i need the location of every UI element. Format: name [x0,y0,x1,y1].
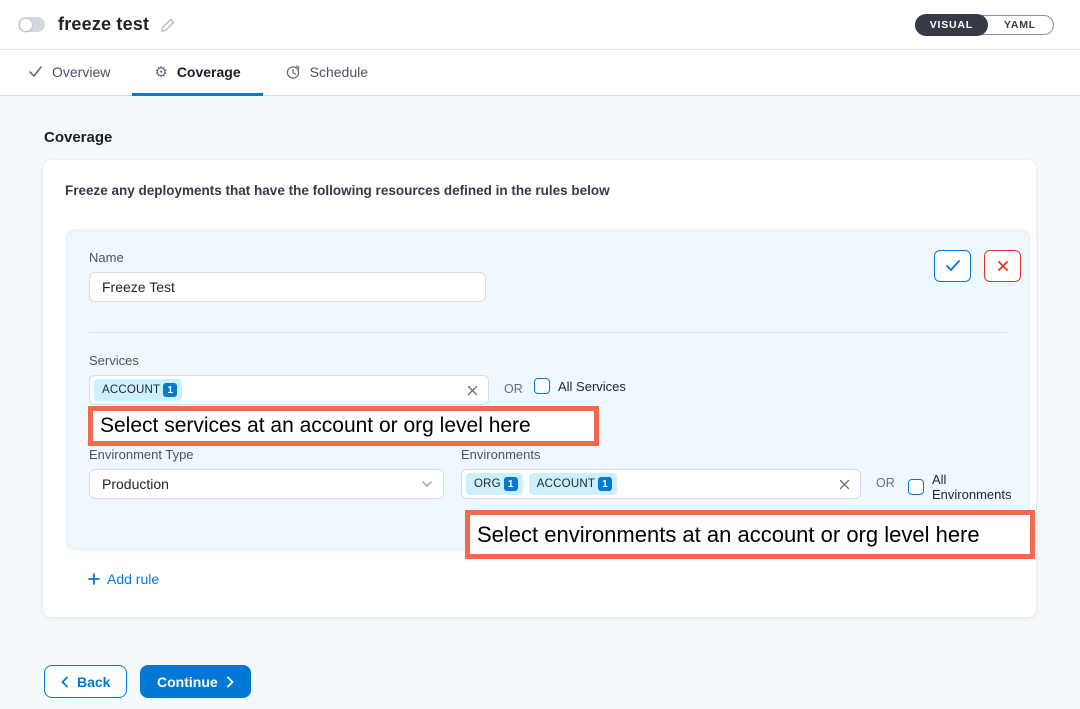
chevron-right-icon [226,676,234,688]
all-environments-checkbox-row[interactable]: All Environments [908,472,1029,502]
environments-label: Environments [461,447,540,462]
tab-overview-label: Overview [52,64,110,80]
chevron-left-icon [61,676,69,688]
all-services-checkbox-row[interactable]: All Services [534,378,626,394]
add-rule-button[interactable]: Add rule [88,571,159,587]
environments-or-label: OR [876,476,895,490]
tag-text: ORG [474,478,501,490]
services-multiselect[interactable]: ACCOUNT 1 [89,375,489,405]
freeze-enabled-toggle[interactable] [18,17,45,32]
tab-coverage[interactable]: ⚙ Coverage [132,50,262,96]
toggle-knob [20,19,32,31]
services-or-label: OR [504,382,523,396]
back-button-label: Back [77,674,110,690]
tag-count-badge: 1 [598,477,612,491]
all-services-label: All Services [558,379,626,394]
all-services-checkbox[interactable] [534,378,550,394]
coverage-card: Freeze any deployments that have the fol… [43,160,1036,617]
services-tag-account[interactable]: ACCOUNT 1 [94,379,182,401]
tag-count-badge: 1 [163,383,177,397]
rule-panel: Name Services ACCOUNT 1 [66,230,1030,550]
plus-icon [88,573,100,585]
tab-overview[interactable]: Overview [6,50,132,96]
clock-refresh-icon [285,64,301,80]
freeze-wizard-screen: freeze test VISUAL YAML Overview ⚙ Cover… [0,0,1080,709]
environments-multiselect[interactable]: ORG 1 ACCOUNT 1 [461,469,861,499]
panel-divider [89,332,1007,333]
cancel-rule-button[interactable] [984,250,1021,282]
tab-schedule-label: Schedule [310,64,368,80]
services-label: Services [89,353,139,368]
services-clear-icon[interactable] [467,385,478,396]
all-environments-label: All Environments [932,472,1029,502]
tab-coverage-label: Coverage [177,64,241,80]
environment-type-value: Production [102,476,169,492]
visual-yaml-toggle: VISUAL YAML [915,15,1054,35]
tag-text: ACCOUNT [102,384,160,396]
edit-title-button[interactable] [160,17,176,33]
environment-type-select[interactable]: Production [89,469,444,499]
services-annotation-callout: Select services at an account or org lev… [88,406,599,446]
all-environments-checkbox[interactable] [908,479,924,495]
section-heading: Coverage [44,129,112,146]
freeze-description: Freeze any deployments that have the fol… [65,183,610,198]
wizard-tabbar: Overview ⚙ Coverage Schedule [0,50,1080,96]
pencil-icon [160,17,176,33]
cancel-x-icon [997,260,1009,272]
continue-button[interactable]: Continue [140,665,251,698]
environments-clear-icon[interactable] [839,479,850,490]
confirm-check-icon [945,259,961,273]
check-icon [28,64,43,79]
tab-schedule[interactable]: Schedule [263,50,390,96]
back-button[interactable]: Back [44,665,127,698]
environments-tag-org[interactable]: ORG 1 [466,473,523,495]
environment-type-label: Environment Type [89,447,194,462]
content-area: Coverage Freeze any deployments that hav… [0,96,1080,709]
environments-tag-account[interactable]: ACCOUNT 1 [529,473,617,495]
page-title: freeze test [58,14,149,35]
visual-toggle-button[interactable]: VISUAL [915,14,988,36]
gear-icon: ⚙ [154,63,167,81]
add-rule-label: Add rule [107,571,159,587]
rule-name-input[interactable] [89,272,486,302]
continue-button-label: Continue [157,674,218,690]
name-label: Name [89,250,124,265]
tag-count-badge: 1 [504,477,518,491]
confirm-rule-button[interactable] [934,250,971,282]
environments-annotation-callout: Select environments at an account or org… [465,510,1035,559]
tag-text: ACCOUNT [537,478,595,490]
chevron-down-icon [421,480,433,488]
header-bar: freeze test VISUAL YAML [0,0,1080,50]
yaml-toggle-button[interactable]: YAML [987,19,1053,31]
